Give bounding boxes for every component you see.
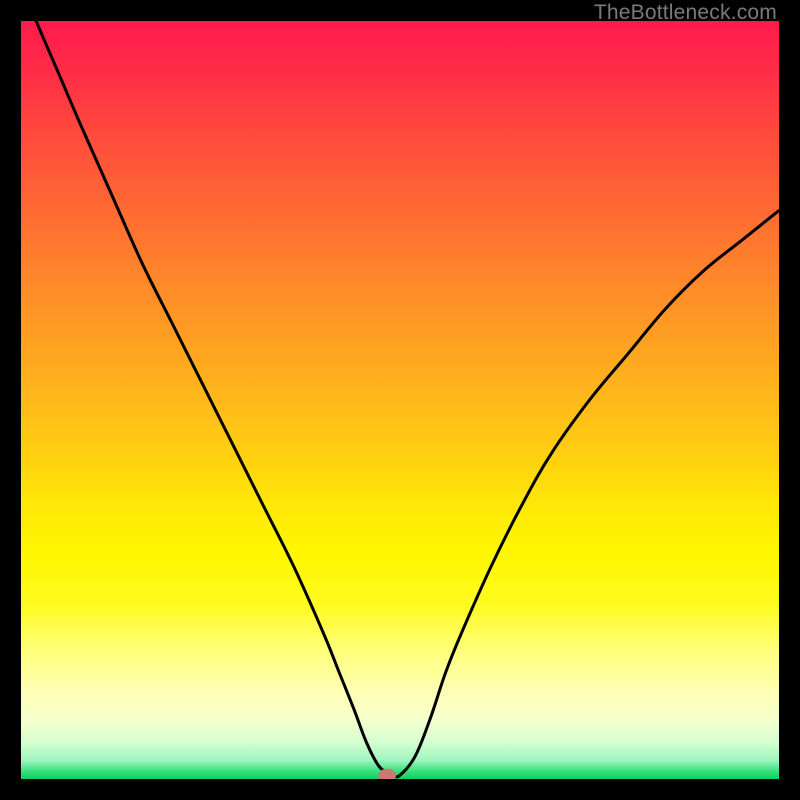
plot-area	[21, 21, 779, 779]
watermark-label: TheBottleneck.com	[594, 1, 777, 25]
bottleneck-curve-svg	[21, 21, 779, 779]
bottleneck-curve-line	[21, 21, 779, 777]
chart-frame: TheBottleneck.com	[0, 0, 800, 800]
